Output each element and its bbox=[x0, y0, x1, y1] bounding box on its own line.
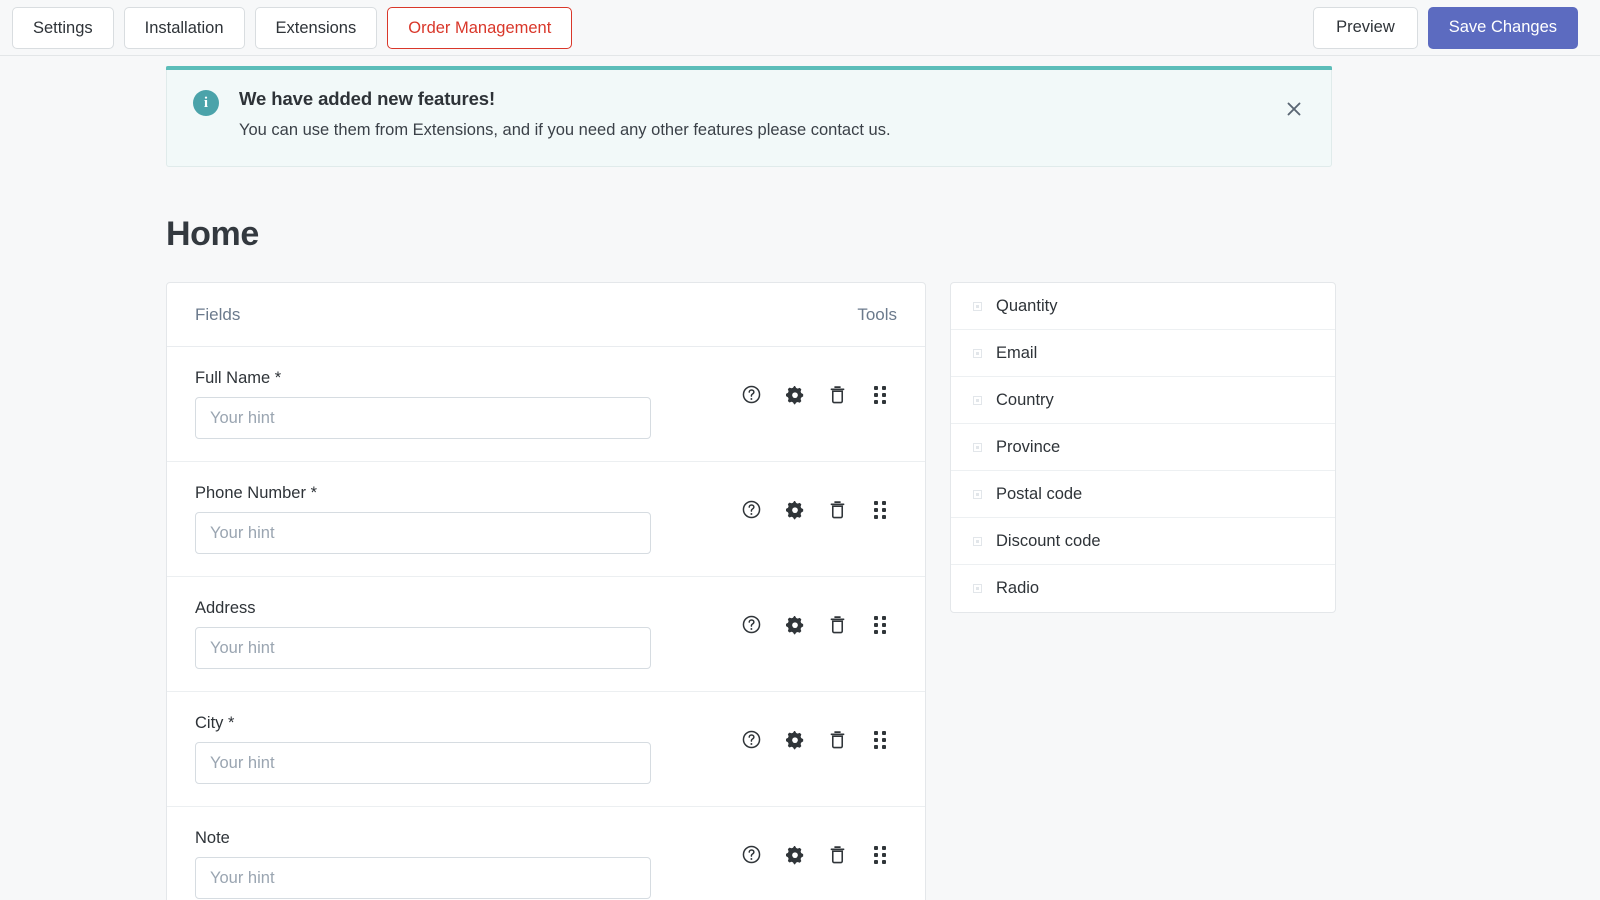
trash-icon[interactable] bbox=[826, 613, 849, 636]
palette-item-label: Discount code bbox=[996, 531, 1101, 550]
gear-icon[interactable] bbox=[783, 498, 806, 521]
drag-handle-icon[interactable] bbox=[869, 843, 892, 866]
top-toolbar: Settings Installation Extensions Order M… bbox=[0, 0, 1600, 56]
field-main: Full Name * bbox=[195, 369, 740, 439]
grip-dots bbox=[874, 845, 887, 864]
banner-description: You can use them from Extensions, and if… bbox=[239, 121, 891, 139]
trash-icon[interactable] bbox=[826, 728, 849, 751]
editor-columns: Fields Tools Full Name * Your hint Phone… bbox=[166, 282, 1600, 900]
field-tools bbox=[740, 383, 892, 406]
field-row: City * bbox=[167, 692, 925, 807]
field-label: Address bbox=[195, 599, 256, 617]
drag-handle-icon[interactable] bbox=[869, 498, 892, 521]
feature-announcement-banner: i We have added new features! You can us… bbox=[166, 66, 1332, 167]
field-tools bbox=[740, 728, 892, 751]
drag-handle-icon[interactable] bbox=[869, 728, 892, 751]
drag-marker-icon bbox=[973, 489, 982, 499]
field-tools bbox=[740, 498, 892, 521]
info-icon: i bbox=[193, 90, 219, 116]
help-circle-icon[interactable] bbox=[740, 728, 763, 751]
palette-item[interactable]: Quantity bbox=[951, 283, 1335, 330]
field-label: Note bbox=[195, 829, 230, 847]
field-row-list: Full Name * Your hint Phone Number * You… bbox=[167, 347, 925, 900]
field-label: Full Name * bbox=[195, 369, 282, 387]
palette-item-label: Country bbox=[996, 390, 1054, 409]
palette-item-label: Radio bbox=[996, 579, 1040, 597]
field-row: Address bbox=[167, 577, 925, 692]
palette-item[interactable]: Country bbox=[951, 377, 1335, 424]
grip-dots bbox=[874, 615, 887, 634]
field-main: Phone Number * bbox=[195, 484, 740, 554]
field-main: Address bbox=[195, 599, 740, 669]
palette-item-label: Postal code bbox=[996, 484, 1083, 503]
drag-marker-icon bbox=[973, 584, 982, 593]
fields-panel: Fields Tools Full Name * Your hint Phone… bbox=[166, 282, 926, 900]
field-hint-input[interactable] bbox=[195, 512, 651, 554]
fields-header-label: Fields bbox=[195, 305, 241, 324]
palette-item[interactable]: Email bbox=[951, 330, 1335, 377]
grip-dots bbox=[874, 385, 887, 404]
help-circle-icon[interactable] bbox=[740, 843, 763, 866]
close-icon[interactable] bbox=[1281, 96, 1307, 122]
field-hint-input[interactable] bbox=[195, 742, 651, 784]
field-label: City * bbox=[195, 714, 235, 732]
toolbar-actions: Preview Save Changes bbox=[1313, 6, 1588, 49]
field-main: City * bbox=[195, 714, 740, 784]
field-tools bbox=[740, 613, 892, 636]
trash-icon[interactable] bbox=[826, 843, 849, 866]
gear-icon[interactable] bbox=[783, 613, 806, 636]
field-row: Full Name * bbox=[167, 347, 925, 462]
grip-dots bbox=[874, 730, 887, 749]
page-title: Home bbox=[166, 215, 259, 253]
field-label: Phone Number * bbox=[195, 484, 317, 502]
tab-installation[interactable]: Installation bbox=[123, 6, 245, 49]
field-hint-input[interactable] bbox=[195, 627, 651, 669]
gear-icon[interactable] bbox=[783, 843, 806, 866]
banner-text: We have added new features! You can use … bbox=[239, 88, 891, 140]
drag-handle-icon[interactable] bbox=[869, 383, 892, 406]
palette-item[interactable]: Discount code bbox=[951, 518, 1335, 565]
drag-marker-icon bbox=[973, 395, 982, 405]
save-changes-button[interactable]: Save Changes bbox=[1427, 6, 1578, 49]
banner-title: We have added new features! bbox=[239, 88, 496, 109]
gear-icon[interactable] bbox=[783, 383, 806, 406]
tab-extensions[interactable]: Extensions bbox=[254, 6, 378, 49]
preview-button[interactable]: Preview bbox=[1313, 6, 1418, 49]
palette-item-label: Email bbox=[996, 343, 1038, 362]
palette-item-label: Quantity bbox=[996, 296, 1058, 315]
drag-marker-icon bbox=[973, 348, 982, 358]
grip-dots bbox=[874, 500, 887, 519]
field-row: Phone Number * bbox=[167, 462, 925, 577]
palette-item-label: Province bbox=[996, 437, 1061, 456]
drag-handle-icon[interactable] bbox=[869, 613, 892, 636]
trash-icon[interactable] bbox=[826, 383, 849, 406]
fields-panel-header: Fields Tools bbox=[167, 283, 925, 347]
help-circle-icon[interactable] bbox=[740, 498, 763, 521]
drag-marker-icon bbox=[973, 301, 982, 311]
available-fields-panel: Quantity Email Country Province Postal c… bbox=[950, 282, 1336, 613]
field-tools bbox=[740, 843, 892, 866]
page-body: i We have added new features! You can us… bbox=[0, 66, 1600, 900]
field-main: Note bbox=[195, 829, 740, 899]
drag-marker-icon bbox=[973, 442, 982, 452]
palette-item[interactable]: Province bbox=[951, 424, 1335, 471]
gear-icon[interactable] bbox=[783, 728, 806, 751]
field-row: Note bbox=[167, 807, 925, 900]
palette-item[interactable]: Radio bbox=[951, 565, 1335, 612]
help-circle-icon[interactable] bbox=[740, 383, 763, 406]
palette-item[interactable]: Postal code bbox=[951, 471, 1335, 518]
help-circle-icon[interactable] bbox=[740, 613, 763, 636]
trash-icon[interactable] bbox=[826, 498, 849, 521]
tools-header-label: Tools bbox=[857, 305, 897, 324]
tab-settings[interactable]: Settings bbox=[12, 6, 114, 49]
field-hint-input[interactable] bbox=[195, 857, 651, 899]
field-hint-input[interactable] bbox=[195, 397, 651, 439]
tab-order-management[interactable]: Order Management bbox=[387, 6, 573, 49]
palette-item-list: Quantity Email Country Province Postal c… bbox=[951, 283, 1335, 612]
drag-marker-icon bbox=[973, 536, 982, 546]
tab-bar: Settings Installation Extensions Order M… bbox=[12, 6, 573, 49]
